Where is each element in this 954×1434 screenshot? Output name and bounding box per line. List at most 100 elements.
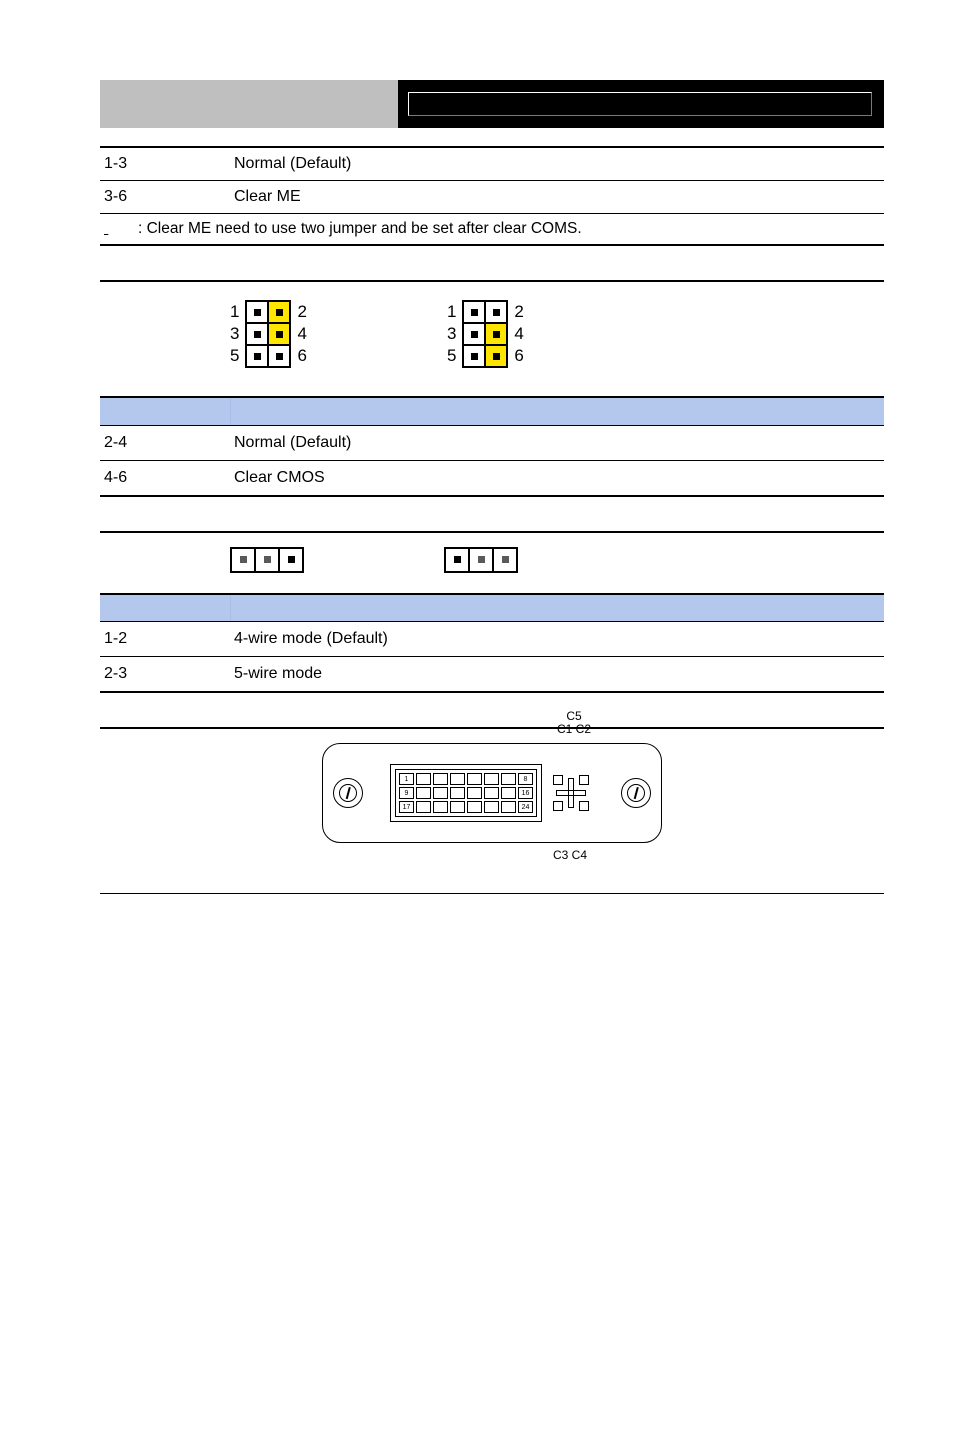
dvi-pin: 17: [399, 801, 414, 813]
pin-label: 6: [514, 345, 523, 367]
dvi-bottom-labels: C3 C4: [553, 848, 587, 862]
desc-cell: 5-wire mode: [230, 657, 884, 693]
section-rule: [100, 531, 884, 533]
dvi-analog-block: [548, 770, 594, 816]
dvi-pin: [501, 787, 516, 799]
cmos-jumper-table: 2-4 Normal (Default) 4-6 Clear CMOS: [100, 396, 884, 497]
dvi-pin: [467, 801, 482, 813]
screw-icon: [621, 778, 651, 808]
jumper6-grid: [245, 300, 291, 368]
header-left-block: [100, 80, 398, 128]
dvi-pin: 1: [399, 773, 414, 785]
jumper-pin-2: [268, 301, 290, 323]
header-cell: [100, 397, 230, 425]
jumper-pin-1: [246, 301, 268, 323]
pin-label: 1: [447, 301, 456, 323]
page-header: [100, 80, 884, 128]
section-rule: [100, 280, 884, 282]
pins-cell: 1-2: [100, 622, 230, 657]
jumper-pin-4: [268, 323, 290, 345]
dvi-24pin-grid: 1 8 9 16: [395, 769, 537, 817]
note-row: : Clear ME need to use two jumper and be…: [100, 213, 884, 246]
jumper-pin-4: [485, 323, 507, 345]
jumper3-pin-3: [493, 548, 517, 572]
dvi-pin: 9: [399, 787, 414, 799]
pin-label: 2: [514, 301, 523, 323]
dvi-pin: [484, 773, 499, 785]
dvi-pin-c4: [579, 801, 589, 811]
dvi-pin: [484, 801, 499, 813]
dvi-ground-bar-v: [568, 778, 574, 808]
header-right-block: [398, 80, 884, 128]
desc-cell: Clear ME: [230, 181, 884, 214]
pin-label: 4: [297, 323, 306, 345]
dvi-pin: 24: [518, 801, 533, 813]
table-header-row: [100, 397, 884, 425]
jumper3-pin-2: [469, 548, 493, 572]
dvi-pin: [433, 801, 448, 813]
pins-cell: 2-4: [100, 425, 230, 460]
jumper-pin-3: [463, 323, 485, 345]
header-cell: [100, 594, 230, 622]
dvi-pin: [433, 773, 448, 785]
dvi-pin-c1: [553, 775, 563, 785]
bottom-rule: [100, 893, 884, 894]
jumper3-pin-1: [445, 548, 469, 572]
table-row: 2-4 Normal (Default): [100, 425, 884, 460]
note-text: : Clear ME need to use two jumper and be…: [138, 220, 582, 237]
jumper3-pin-1: [231, 548, 255, 572]
jumper6-grid: [462, 300, 508, 368]
jumper-pin-5: [463, 345, 485, 367]
jumper-pin-2: [485, 301, 507, 323]
pins-cell: 1-3: [100, 148, 230, 181]
dvi-pin: [450, 787, 465, 799]
pin-label: 3: [447, 323, 456, 345]
dvi-pin: [416, 773, 431, 785]
dvi-pin-c2: [579, 775, 589, 785]
header-tab-outline: [408, 92, 872, 116]
jumper3-pin-2: [255, 548, 279, 572]
touch-mode-table: 1-2 4-wire mode (Default) 2-3 5-wire mod…: [100, 593, 884, 694]
dvi-pin: [433, 787, 448, 799]
dvi-pin: [467, 787, 482, 799]
jumper6-diagram: 1 3 5 2 4 6: [230, 300, 307, 368]
dvi-pin: [484, 787, 499, 799]
jumper-right-labels: 2 4 6: [514, 301, 523, 367]
jumper-pin-6: [485, 345, 507, 367]
dvi-pin: [450, 773, 465, 785]
jumper-pin-3: [246, 323, 268, 345]
dvi-pin-c3: [553, 801, 563, 811]
pins-cell: 2-3: [100, 657, 230, 693]
desc-cell: Normal (Default): [230, 148, 884, 181]
dvi-outline: C5 C1 C2 C3 C4 1 8: [322, 743, 662, 843]
dvi-pin: [467, 773, 482, 785]
header-cell: [230, 594, 884, 622]
dvi-pin: [416, 787, 431, 799]
jumper6-row: 1 3 5 2 4 6 1 3 5: [230, 300, 884, 368]
jumper3-diagram: [444, 547, 518, 573]
jumper3-row: [230, 547, 884, 573]
jumper6-diagram: 1 3 5 2 4 6: [447, 300, 524, 368]
dvi-label-c5: C5: [566, 709, 581, 723]
note-blank-underline: [104, 220, 138, 238]
table-row: 1-3 Normal (Default): [100, 148, 884, 181]
dvi-label-c3c4: C3 C4: [553, 848, 587, 862]
pin-label: 2: [297, 301, 306, 323]
dvi-connector-diagram: C5 C1 C2 C3 C4 1 8: [322, 743, 662, 843]
dvi-pin: 8: [518, 773, 533, 785]
dvi-pin-area: 1 8 9 16: [390, 764, 594, 822]
jumper-left-labels: 1 3 5: [447, 301, 456, 367]
pin-label: 1: [230, 301, 239, 323]
section-rule: [100, 727, 884, 729]
pin-label: 4: [514, 323, 523, 345]
jumper-left-labels: 1 3 5: [230, 301, 239, 367]
pins-cell: 4-6: [100, 460, 230, 496]
jumper-pin-6: [268, 345, 290, 367]
desc-cell: 4-wire mode (Default): [230, 622, 884, 657]
jumper3-diagram: [230, 547, 304, 573]
dvi-pin: [501, 801, 516, 813]
dvi-pin: [416, 801, 431, 813]
table-row: 1-2 4-wire mode (Default): [100, 622, 884, 657]
pins-cell: 3-6: [100, 181, 230, 214]
dvi-pin: [450, 801, 465, 813]
